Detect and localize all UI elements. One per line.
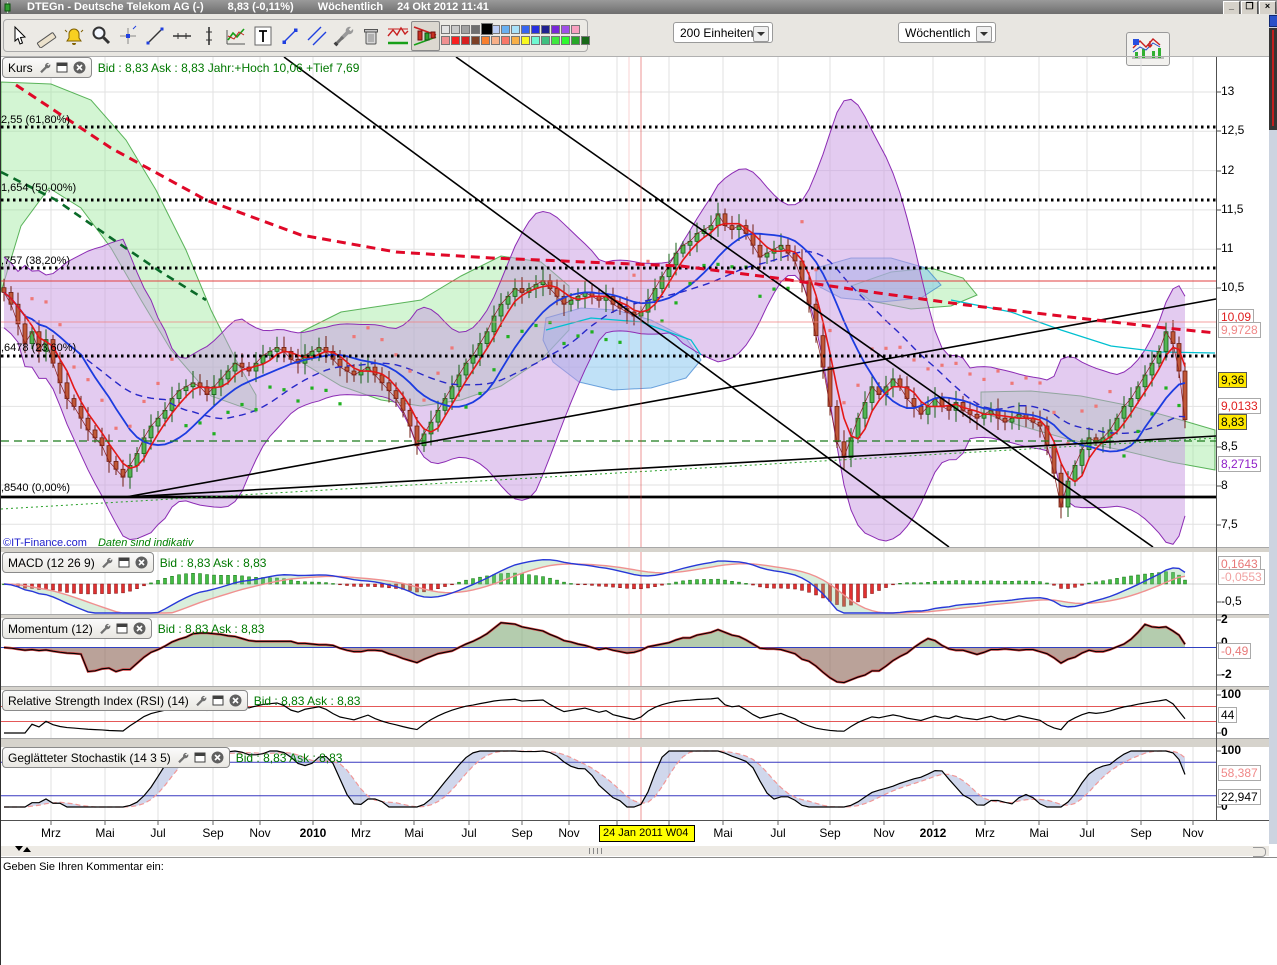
palette-color-swatch[interactable]	[481, 23, 493, 35]
macd-panel-header: MACD (12 26 9) Bid : 8,83 Ask : 8,83	[2, 552, 266, 573]
macd-panel-header-box[interactable]: MACD (12 26 9)	[2, 552, 154, 573]
momentum-panel-title: Momentum (12)	[8, 622, 93, 636]
close-icon[interactable]	[211, 751, 224, 764]
axis-tick-label: 12,5	[1221, 123, 1244, 137]
window-icon[interactable]	[194, 752, 206, 763]
axis-value-label: 9,0133	[1218, 398, 1261, 414]
axis-tick-label: 8,5	[1221, 439, 1238, 453]
stoch-panel-header: Geglätteter Stochastik (14 3 5) Bid : 8,…	[2, 747, 342, 768]
x-axis-label: Jul	[150, 826, 165, 840]
momentum-bid-ask-info: Bid : 8,83 Ask : 8,83	[158, 622, 265, 636]
x-axis-label: Sep	[511, 826, 532, 840]
selected-date-label[interactable]: 24 Jan 2011 W04	[599, 825, 695, 842]
window-icon[interactable]	[56, 62, 68, 73]
window-icon[interactable]	[116, 623, 128, 634]
wrench-icon[interactable]	[100, 557, 113, 569]
axis-tick-label: 11	[1221, 241, 1233, 255]
x-axis-label: Mai	[713, 826, 732, 840]
x-axis-label: Mai	[95, 826, 114, 840]
window-icon[interactable]	[118, 557, 130, 568]
macd-bid-ask-info: Bid : 8,83 Ask : 8,83	[160, 556, 267, 570]
window-icon[interactable]	[212, 695, 224, 706]
price-panel-header-box[interactable]: Kurs	[2, 57, 92, 78]
axis-value-label: 9,36	[1218, 372, 1247, 388]
stoch-panel-header-box[interactable]: Geglätteter Stochastik (14 3 5)	[2, 747, 230, 768]
axis-value-label: 22,947	[1218, 789, 1261, 805]
x-axis-label: Mrz	[41, 826, 61, 840]
x-axis-label: Sep	[1130, 826, 1151, 840]
x-axis-label: Jul	[770, 826, 785, 840]
axis-value-label: 8,83	[1218, 414, 1247, 430]
axis-tick-label: 100	[1221, 687, 1241, 701]
comment-prompt[interactable]: Geben Sie Ihren Kommentar ein:	[3, 861, 164, 873]
x-axis-label: Sep	[819, 826, 840, 840]
axis-tick-label: 13	[1221, 84, 1234, 98]
x-axis-label: Mai	[1029, 826, 1048, 840]
axis-value-label: 58,387	[1218, 765, 1261, 781]
axis-tick-label: 2	[1221, 612, 1228, 626]
axis-tick-label: 100	[1221, 743, 1241, 757]
axis-value-label: -0,49	[1218, 643, 1251, 659]
x-axis-label: Nov	[558, 826, 579, 840]
x-axis-label: 2012	[920, 826, 947, 840]
close-icon[interactable]	[133, 622, 146, 635]
close-icon[interactable]	[229, 694, 242, 707]
x-axis-label: Mrz	[975, 826, 995, 840]
axis-tick-label: 7,5	[1221, 517, 1238, 531]
application-window: DTEGn - Deutsche Telekom AG (-) 8,83 (-0…	[0, 0, 1277, 965]
watermark-brand: ©IT-Finance.com	[3, 537, 87, 549]
axis-tick-label: 10,5	[1221, 280, 1244, 294]
fib-level-label: ,8540 (0,00%)	[1, 482, 70, 494]
rsi-panel-header-box[interactable]: Relative Strength Index (RSI) (14)	[2, 690, 248, 711]
rsi-panel-title: Relative Strength Index (RSI) (14)	[8, 694, 189, 708]
axis-value-label: 8,2715	[1218, 456, 1261, 472]
axis-tick-label: 11,5	[1221, 202, 1243, 216]
wrench-icon[interactable]	[98, 623, 111, 635]
axis-tick-label: 12	[1221, 163, 1234, 177]
x-axis-label: Nov	[873, 826, 894, 840]
momentum-panel-header: Momentum (12) Bid : 8,83 Ask : 8,83	[2, 618, 264, 639]
momentum-panel-header-box[interactable]: Momentum (12)	[2, 618, 152, 639]
axis-tick-label: -2	[1221, 667, 1232, 681]
chart-canvas[interactable]	[1, 0, 1277, 965]
x-axis-label: Jul	[1079, 826, 1094, 840]
rsi-bid-ask-info: Bid : 8,83 Ask : 8,83	[254, 694, 361, 708]
close-icon[interactable]	[135, 556, 148, 569]
x-axis-label: Mrz	[351, 826, 371, 840]
rsi-panel-header: Relative Strength Index (RSI) (14) Bid :…	[2, 690, 360, 711]
fib-level-label: 1,654 (50,00%)	[1, 182, 76, 194]
price-panel-title: Kurs	[8, 61, 33, 75]
axis-value-label: 9,9728	[1218, 322, 1261, 338]
wrench-icon[interactable]	[194, 695, 207, 707]
stoch-panel-title: Geglätteter Stochastik (14 3 5)	[8, 751, 171, 765]
watermark-note: Daten sind indikativ	[98, 537, 193, 549]
x-axis-label: Nov	[1182, 826, 1203, 840]
fib-level-label: ,6478 (23,60%)	[1, 342, 76, 354]
price-panel-header: Kurs Bid : 8,83 Ask : 8,83 Jahr:+Hoch 10…	[2, 57, 359, 78]
stoch-bid-ask-info: Bid : 8,83 Ask : 8,83	[236, 751, 343, 765]
axis-value-label: -0,0553	[1218, 569, 1265, 585]
axis-tick-label: -0,5	[1221, 594, 1242, 608]
wrench-icon[interactable]	[176, 752, 189, 764]
x-axis-label: Sep	[202, 826, 223, 840]
price-bid-ask-info: Bid : 8,83 Ask : 8,83 Jahr:+Hoch 10,06 +…	[98, 61, 360, 75]
fib-level-label: 2,55 (61,80%)	[1, 114, 70, 126]
axis-tick-label: 0	[1221, 725, 1228, 739]
axis-tick-label: 8	[1221, 478, 1228, 492]
x-axis-label: Mai	[404, 826, 423, 840]
axis-value-label: 44	[1218, 707, 1237, 723]
fib-level-label: ,757 (38,20%)	[1, 255, 70, 267]
x-axis-label: Nov	[249, 826, 270, 840]
x-axis-label: 2010	[300, 826, 327, 840]
x-axis-label: Jul	[461, 826, 476, 840]
watermark: ©IT-Finance.com Daten sind indikativ	[3, 537, 193, 549]
macd-panel-title: MACD (12 26 9)	[8, 556, 95, 570]
close-icon[interactable]	[73, 61, 86, 74]
wrench-icon[interactable]	[38, 62, 51, 74]
